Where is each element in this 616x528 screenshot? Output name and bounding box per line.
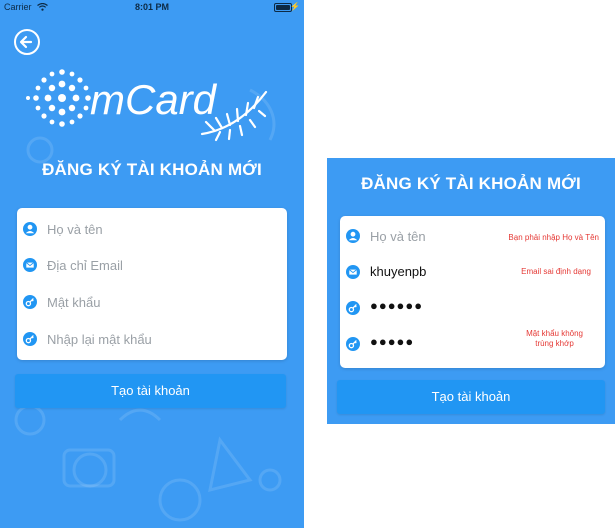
validation-preview-panel: ĐĂNG KÝ TÀI KHOẢN MỚI Họ và tên Bạn phải… (327, 158, 615, 424)
page-title: ĐĂNG KÝ TÀI KHOẢN MỚI (361, 174, 581, 193)
confirm-password-value: ●●●●● (370, 334, 415, 349)
password-value: ●●●●●● (370, 298, 424, 313)
email-field[interactable]: khuyenpb Email sai định dạng (340, 254, 605, 291)
email-placeholder: Địa chỉ Email (47, 258, 123, 273)
user-icon (23, 222, 37, 236)
email-error: Email sai định dạng (521, 267, 591, 276)
name-placeholder: Họ và tên (47, 222, 103, 237)
password-mismatch-error: Mật khẩu không trùng khớp (526, 329, 583, 349)
confirm-password-field[interactable]: ●●●●● Mật khẩu không trùng khớp (340, 326, 605, 363)
phone-screen: Carrier 8:01 PM ⚡ mCard ĐĂNG KÝ TÀI KHOẢ… (0, 0, 304, 528)
email-field[interactable]: Địa chỉ Email (17, 247, 287, 284)
mcard-logo: mCard (24, 64, 284, 154)
create-account-button[interactable]: Tạo tài khoản (337, 380, 605, 414)
user-icon (346, 229, 360, 243)
password-mismatch-error-line2: trùng khớp (535, 339, 574, 348)
confirm-password-field[interactable]: Nhập lại mật khẩu (17, 321, 287, 358)
name-placeholder: Họ và tên (370, 229, 426, 244)
mail-icon (23, 258, 37, 272)
charging-icon: ⚡ (290, 2, 300, 11)
key-icon (23, 332, 37, 346)
name-field[interactable]: Họ và tên (17, 211, 287, 248)
registration-form: Họ và tên Bạn phải nhập Họ và Tên khuyen… (340, 216, 605, 368)
key-icon (346, 301, 360, 315)
name-field[interactable]: Họ và tên Bạn phải nhập Họ và Tên (340, 218, 605, 255)
status-bar: Carrier 8:01 PM ⚡ (0, 0, 304, 16)
logo-text: mCard (90, 76, 218, 123)
name-error: Bạn phải nhập Họ và Tên (508, 233, 599, 242)
password-field[interactable]: ●●●●●● (340, 290, 605, 327)
key-icon (23, 295, 37, 309)
password-field[interactable]: Mật khẩu (17, 284, 287, 321)
arrow-left-icon (19, 35, 33, 49)
key-icon (346, 337, 360, 351)
mail-icon (346, 265, 360, 279)
password-mismatch-error-line1: Mật khẩu không (526, 329, 583, 338)
password-placeholder: Mật khẩu (47, 295, 101, 310)
page-title: ĐĂNG KÝ TÀI KHOẢN MỚI (42, 160, 262, 179)
create-account-button[interactable]: Tạo tài khoản (15, 374, 286, 408)
clock: 8:01 PM (134, 2, 169, 12)
back-button[interactable] (14, 29, 40, 55)
confirm-password-placeholder: Nhập lại mật khẩu (47, 332, 152, 347)
email-value: khuyenpb (370, 264, 427, 279)
registration-form: Họ và tên Địa chỉ Email Mật khẩu Nhập lạ… (17, 208, 287, 360)
logo-dots (26, 69, 98, 127)
